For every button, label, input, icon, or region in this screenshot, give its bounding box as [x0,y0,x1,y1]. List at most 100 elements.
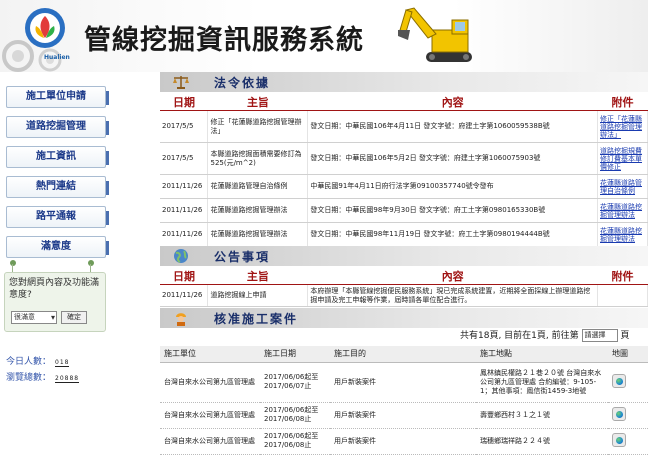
attachment-link[interactable]: 修正「花蓮縣道路挖掘管理辦法」 [597,110,648,143]
row-date: 2017/06/06起至2017/06/07止 [260,362,330,403]
map-globe-icon[interactable] [612,406,626,421]
row-subject: 道路挖掘線上申請 [207,284,309,307]
nav-satisfaction-button[interactable]: 滿意度 [6,236,109,258]
announcements-section-header: 公告事項 [160,246,648,266]
approved-cases-title: 核准施工案件 [214,312,299,326]
table-row: 2011/11/26 道路挖掘線上申請 本府辦理「本縣管線挖掘便民服務系統」現已… [160,284,648,307]
row-content: 發文日期：中華民國106年5月2日 發文字號：府建土字第1060075903號 [307,142,598,175]
row-unit: 台灣自來水公司第九區管理處 [160,362,260,403]
row-date: 2011/11/26 [160,174,209,199]
table-row: 台灣自來水公司第九區管理處 2017/06/06起至2017/06/07止 用戶… [160,362,648,403]
paging-text: 共有18頁, 目前在1頁, 前往第 [460,331,579,341]
poll-select[interactable]: 很滿意 [11,311,57,324]
row-date: 2017/5/5 [160,110,209,143]
column-header-date: 日期 [160,268,208,285]
regulations-table: 日期 主旨 內容 附件 2017/5/5 修正「花蓮縣道路挖掘管理辦法」 發文日… [160,94,648,247]
pagination: 共有18頁, 目前在1頁, 前往第 請選擇 頁 [460,328,648,342]
row-content: 本府辦理「本縣管線挖掘便民服務系統」現已完成系統建置，近期將全面採線上辦理道路挖… [307,284,598,307]
table-row: 2011/11/26 花蓮縣道路挖掘管理辦法 發文日期：中華民國98年9月30日… [160,198,648,223]
column-header-content: 內容 [307,268,598,285]
row-subject: 本縣道路挖掘面積需要修訂為525(元/m^2) [207,142,309,175]
map-cell [608,428,648,455]
attachment-link[interactable]: 花蓮縣道路管理自治條例 [597,174,648,199]
table-row: 台灣自來水公司第九區管理處 2017/06/06起至2017/06/08止 用戶… [160,428,648,455]
table-row: 2017/5/5 修正「花蓮縣道路挖掘管理辦法」 發文日期：中華民國106年4月… [160,110,648,143]
row-content: 發文日期：中華民國106年4月11日 發文字號：府建土字第1060059538B… [307,110,598,143]
left-sidebar: 施工單位申請 道路挖掘管理 施工資訊 熱門連結 路平通報 滿意度 您對網頁內容及… [0,72,120,458]
column-header-unit: 施工單位 [160,346,260,363]
table-header-row: 施工單位 施工日期 施工目的 施工地點 地圖 [160,346,648,363]
total-visit-counter: 瀏覽總數： 20888 [6,370,80,383]
row-date: 2017/5/5 [160,142,209,175]
attachment-link[interactable]: 道路挖掘規費修訂費基本單價修正 [597,142,648,175]
poll-hanger-right-icon [88,260,94,266]
nav-construction-info-button[interactable]: 施工資訊 [6,146,109,168]
row-purpose: 用戶新裝案件 [330,428,476,455]
row-subject: 花蓮縣道路挖掘管理辦法 [207,222,309,247]
page-select[interactable]: 請選擇 [581,329,618,342]
row-purpose: 用戶新裝案件 [330,402,476,429]
worker-icon [176,313,186,326]
column-header-purpose: 施工目的 [330,346,476,363]
row-content: 發文日期：中華民國98年9月30日 發文字號：府工土字第0980165330B號 [307,198,598,223]
table-row: 2011/11/26 花蓮縣道路挖掘管理辦法 發文日期：中華民國98年11月19… [160,222,648,247]
table-row: 2017/5/5 本縣道路挖掘面積需要修訂為525(元/m^2) 發文日期：中華… [160,142,648,175]
nav-popular-links-button[interactable]: 熱門連結 [6,176,109,198]
attachment-link[interactable]: 花蓮縣道路挖掘管理辦法 [597,222,648,247]
row-purpose: 用戶新裝案件 [330,362,476,403]
globe-icon [174,249,188,263]
map-cell [608,362,648,403]
satisfaction-poll: 您對網頁內容及功能滿意度? 很滿意 確定 [4,272,106,332]
table-header-row: 日期 主旨 內容 附件 [160,94,648,111]
row-subject: 修正「花蓮縣道路挖掘管理辦法」 [207,110,309,143]
poll-question: 您對網頁內容及功能滿意度? [9,278,100,300]
column-header-subject: 主旨 [207,94,308,111]
poll-hanger-left-icon [10,260,16,266]
table-row: 台灣自來水公司第九區管理處 2017/06/06起至2017/06/08止 用戶… [160,402,648,429]
attachment-link[interactable]: 花蓮縣道路挖掘管理辦法 [597,198,648,223]
nav-contractor-application-button[interactable]: 施工單位申請 [6,86,109,108]
row-date: 2011/11/26 [160,284,209,307]
paging-suffix: 頁 [620,331,630,341]
row-unit: 台灣自來水公司第九區管理處 [160,428,260,455]
table-row: 2011/11/26 花蓮縣道路管理自治條例 中華民國91年4月11日府行法字第… [160,174,648,199]
counter-value: 018 [55,359,70,367]
announcements-title: 公告事項 [214,250,271,264]
row-unit: 台灣自來水公司第九區管理處 [160,402,260,429]
excavator-icon [398,7,472,62]
column-header-attachment: 附件 [597,94,648,111]
column-header-map: 地圖 [608,346,648,363]
column-header-date: 施工日期 [260,346,330,363]
site-header: Hualien 管線挖掘資訊服務系統 [0,0,648,72]
column-header-location: 施工地點 [476,346,608,363]
row-location: 鳳林鎮民權路２１巷２０號 台灣自來水公司第九區管理處 合約編號：9-105-1；… [476,362,608,403]
nav-road-report-button[interactable]: 路平通報 [6,206,109,228]
column-header-attachment: 附件 [597,268,648,285]
attachment-link[interactable] [597,284,648,307]
row-location: 瑞穗鄉瑞祥路２２４號 [476,428,608,455]
column-header-subject: 主旨 [207,268,308,285]
map-cell [608,402,648,429]
row-date: 2011/11/26 [160,222,209,247]
row-subject: 花蓮縣道路管理自治條例 [207,174,309,199]
counter-value: 20888 [55,375,80,383]
row-location: 壽豐鄉西村３１之１號 [476,402,608,429]
map-globe-icon[interactable] [612,373,626,388]
row-subject: 花蓮縣道路挖掘管理辦法 [207,198,309,223]
scales-icon [173,76,189,89]
counter-label: 今日人數： [6,357,52,367]
column-header-content: 內容 [307,94,598,111]
approved-cases-table: 施工單位 施工日期 施工目的 施工地點 地圖 台灣自來水公司第九區管理處 201… [160,346,648,455]
today-visitor-counter: 今日人數： 018 [6,354,70,367]
poll-submit-button[interactable]: 確定 [61,311,87,324]
map-globe-icon[interactable] [612,432,626,447]
announcements-table: 日期 主旨 內容 附件 2011/11/26 道路挖掘線上申請 本府辦理「本縣管… [160,268,648,307]
nav-road-excavation-management-button[interactable]: 道路挖掘管理 [6,116,109,138]
row-content: 中華民國91年4月11日府行法字第09100357740號令發布 [307,174,598,199]
row-content: 發文日期：中華民國98年11月19日 發文字號：府工土字第0980194444B… [307,222,598,247]
row-date: 2011/11/26 [160,198,209,223]
main-content: 法令依據 日期 主旨 內容 附件 2017/5/5 修正「花蓮縣道路挖掘管理辦法… [160,72,648,458]
row-date: 2017/06/06起至2017/06/08止 [260,402,330,429]
table-header-row: 日期 主旨 內容 附件 [160,268,648,285]
logo-text: Hualien [44,54,70,61]
